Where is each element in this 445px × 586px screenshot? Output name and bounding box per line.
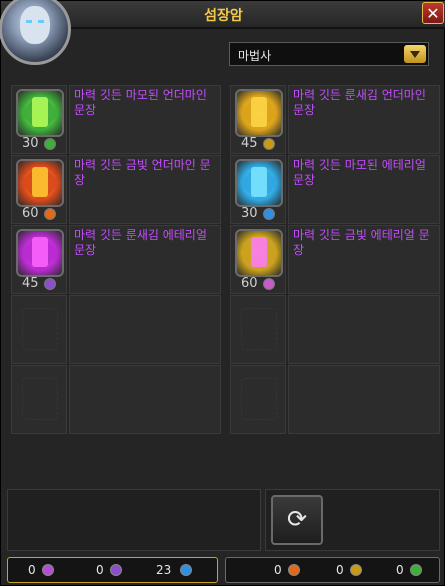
currency-amount: 0 xyxy=(274,563,282,577)
currency-icon xyxy=(263,138,275,150)
currency-icon xyxy=(44,138,56,150)
item-slot[interactable]: 마력 깃든 금빛 에테리얼 문장 60 xyxy=(230,225,440,294)
empty-text-box xyxy=(288,365,440,434)
item-cost: 30 xyxy=(241,206,258,221)
crest-icon xyxy=(235,89,283,137)
currency-icon xyxy=(110,564,122,576)
currency-icon xyxy=(288,564,300,576)
item-text-box: 마력 깃든 룬새김 에테리얼 문장 45 xyxy=(22,225,221,294)
crest-frame xyxy=(251,167,267,197)
chevron-down-icon[interactable] xyxy=(404,45,426,63)
crest-frame xyxy=(32,167,48,197)
empty-slot-icon xyxy=(241,308,277,350)
crest-icon xyxy=(16,159,64,207)
item-cost: 45 xyxy=(241,136,258,151)
item-name: 마력 깃든 금빛 언더마인 문장 xyxy=(74,158,211,187)
refresh-button[interactable]: ⟳ xyxy=(271,495,323,545)
item-name: 마력 깃든 마모된 에테리얼 문장 xyxy=(293,158,426,187)
crest-frame xyxy=(251,97,267,127)
item-icon-box[interactable] xyxy=(230,155,286,224)
item-name: 마력 깃든 룬새김 언더마인 문장 xyxy=(293,88,426,117)
currency-icon xyxy=(44,278,56,290)
empty-icon-box xyxy=(11,365,67,434)
item-slot[interactable]: 마력 깃든 금빛 언더마인 문장 60 xyxy=(11,155,221,224)
item-cost: 60 xyxy=(22,206,39,221)
empty-slot-icon xyxy=(22,378,58,420)
crest-icon xyxy=(235,229,283,277)
item-text-box: 마력 깃든 금빛 언더마인 문장 60 xyxy=(22,155,221,224)
empty-text-box xyxy=(69,295,221,364)
crest-frame xyxy=(251,237,267,267)
currency-amount: 23 xyxy=(156,563,172,577)
crest-icon xyxy=(16,229,64,277)
empty-item-slot xyxy=(11,295,221,364)
character-portrait xyxy=(0,0,71,65)
item-slot[interactable]: 마력 깃든 마모된 에테리얼 문장 30 xyxy=(230,155,440,224)
class-dropdown[interactable]: 마법사 xyxy=(229,42,429,66)
empty-icon-box xyxy=(230,365,286,434)
currency-amount: 0 xyxy=(396,563,404,577)
item-cost: 30 xyxy=(22,136,39,151)
item-icon-box[interactable] xyxy=(230,85,286,154)
item-cost: 60 xyxy=(241,276,258,291)
currency-icon xyxy=(263,208,275,220)
portrait-eye xyxy=(26,20,32,23)
currency-bar-left: 0 0 23 xyxy=(7,557,218,583)
empty-slot-icon xyxy=(22,308,58,350)
portrait-face xyxy=(20,6,50,44)
currency-bar-right: 0 0 0 xyxy=(225,557,440,583)
item-icon-box[interactable] xyxy=(11,155,67,224)
empty-icon-box xyxy=(230,295,286,364)
item-cost: 45 xyxy=(22,276,39,291)
currency-icon xyxy=(263,278,275,290)
item-name: 마력 깃든 금빛 에테리얼 문장 xyxy=(293,228,430,257)
empty-item-slot xyxy=(230,295,440,364)
currency-icon xyxy=(42,564,54,576)
empty-slot-icon xyxy=(241,378,277,420)
empty-text-box xyxy=(288,295,440,364)
empty-icon-box xyxy=(11,295,67,364)
empty-item-slot xyxy=(230,365,440,434)
currency-icon xyxy=(350,564,362,576)
empty-text-box xyxy=(69,365,221,434)
class-dropdown-value: 마법사 xyxy=(238,49,272,63)
item-slot[interactable]: 마력 깃든 룬새김 에테리얼 문장 45 xyxy=(11,225,221,294)
currency-icon xyxy=(44,208,56,220)
currency-amount: 0 xyxy=(96,563,104,577)
item-text-box: 마력 깃든 룬새김 언더마인 문장 45 xyxy=(241,85,440,154)
item-slot[interactable]: 마력 깃든 마모된 언더마인 문장 30 xyxy=(11,85,221,154)
item-slot[interactable]: 마력 깃든 룬새김 언더마인 문장 45 xyxy=(230,85,440,154)
item-name: 마력 깃든 룬새김 에테리얼 문장 xyxy=(74,228,207,257)
crest-vendor-window: 섬장암 ✕ 마법사 마력 깃든 마모된 언더마인 문장 30 마력 깃든 룬새김 언… xyxy=(0,0,445,586)
item-text-box: 마력 깃든 마모된 에테리얼 문장 30 xyxy=(241,155,440,224)
currency-icon xyxy=(410,564,422,576)
currency-amount: 0 xyxy=(28,563,36,577)
crest-icon xyxy=(235,159,283,207)
crest-icon xyxy=(16,89,64,137)
item-icon-box[interactable] xyxy=(230,225,286,294)
item-icon-box[interactable] xyxy=(11,225,67,294)
portrait-eye xyxy=(38,20,44,23)
currency-amount: 0 xyxy=(336,563,344,577)
crest-frame xyxy=(32,237,48,267)
crest-frame xyxy=(32,97,48,127)
close-button[interactable]: ✕ xyxy=(422,2,444,24)
currency-icon xyxy=(180,564,192,576)
item-icon-box[interactable] xyxy=(11,85,67,154)
item-name: 마력 깃든 마모된 언더마인 문장 xyxy=(74,88,207,117)
empty-item-slot xyxy=(11,365,221,434)
refresh-icon: ⟳ xyxy=(286,505,308,533)
item-text-box: 마력 깃든 금빛 에테리얼 문장 60 xyxy=(241,225,440,294)
item-text-box: 마력 깃든 마모된 언더마인 문장 30 xyxy=(22,85,221,154)
info-panel xyxy=(7,489,261,551)
